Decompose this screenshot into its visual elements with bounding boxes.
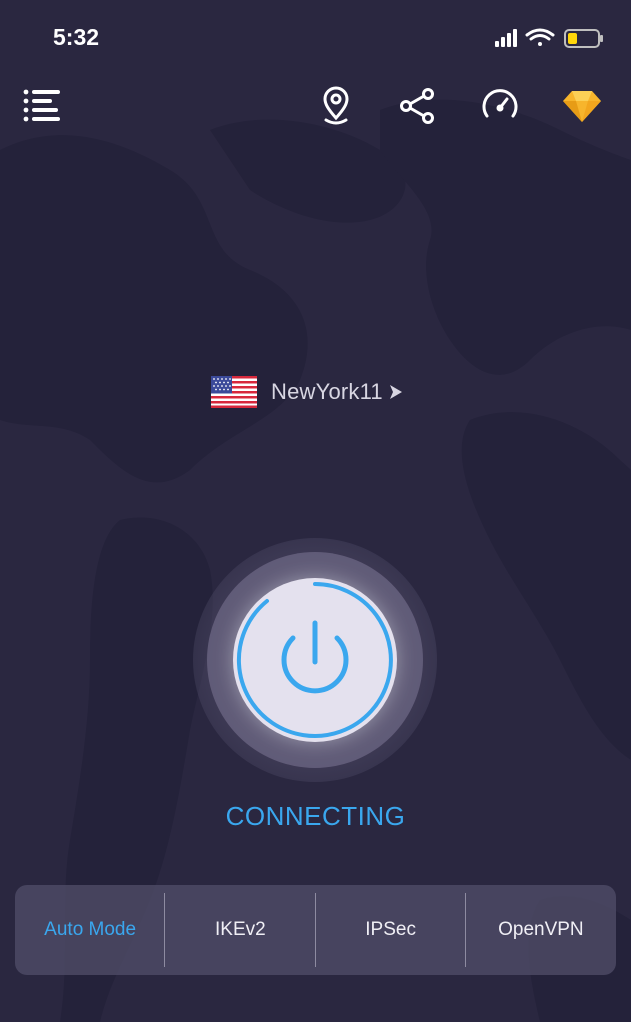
tab-label: OpenVPN bbox=[498, 919, 584, 940]
power-icon bbox=[236, 582, 393, 738]
server-selector[interactable]: NewYork11 bbox=[211, 372, 431, 412]
signal-icon bbox=[495, 29, 517, 47]
protocol-selector: Auto Mode IKEv2 IPSec OpenVPN bbox=[15, 885, 616, 975]
tab-auto-mode[interactable]: Auto Mode bbox=[15, 885, 166, 975]
tab-label: IKEv2 bbox=[215, 919, 266, 940]
status-time: 5:32 bbox=[53, 24, 100, 50]
tab-ikev2[interactable]: IKEv2 bbox=[165, 885, 316, 975]
chevron-right-icon bbox=[389, 385, 402, 399]
speedometer-icon[interactable] bbox=[480, 86, 520, 126]
power-button-glow bbox=[193, 538, 437, 782]
wifi-icon bbox=[525, 28, 555, 46]
battery-icon bbox=[564, 29, 603, 48]
menu-icon[interactable] bbox=[22, 86, 62, 126]
world-map-background bbox=[0, 99, 631, 1022]
status-bar: 5:32 bbox=[0, 0, 631, 70]
server-name: NewYork11 bbox=[271, 379, 383, 404]
tab-label: Auto Mode bbox=[44, 919, 137, 940]
connect-power-button[interactable] bbox=[233, 578, 397, 742]
status-icons bbox=[495, 28, 603, 48]
tab-label: IPSec bbox=[365, 919, 416, 940]
connection-status: CONNECTING bbox=[225, 801, 406, 831]
location-pin-icon[interactable] bbox=[316, 86, 356, 126]
us-flag-icon bbox=[211, 376, 257, 408]
diamond-icon[interactable] bbox=[562, 86, 602, 126]
share-icon[interactable] bbox=[398, 86, 438, 126]
tab-openvpn[interactable]: OpenVPN bbox=[466, 885, 616, 975]
tab-ipsec[interactable]: IPSec bbox=[316, 885, 466, 975]
